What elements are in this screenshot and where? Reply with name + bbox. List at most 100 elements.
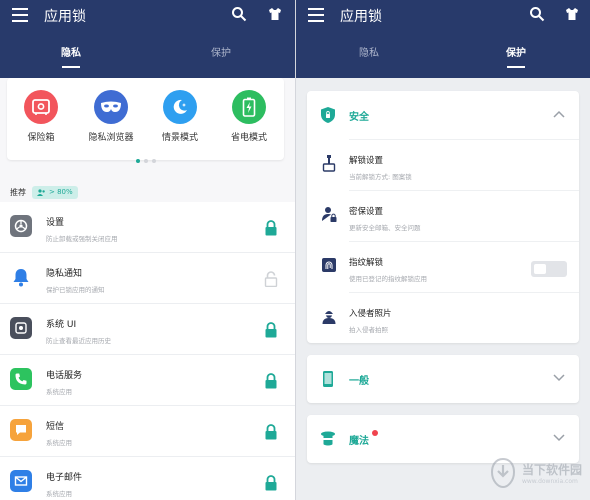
safe-icon — [32, 99, 50, 115]
system-ui-icon — [15, 322, 27, 334]
tab-privacy[interactable]: 隐私 — [339, 44, 399, 59]
setting-name: 入侵者照片 — [349, 309, 392, 319]
theme-shirt-icon[interactable] — [268, 7, 282, 21]
tab-privacy[interactable]: 隐私 — [41, 44, 101, 68]
app-desc: 系统应用 — [46, 439, 72, 447]
lock-icon[interactable] — [264, 220, 278, 236]
security-header[interactable]: 安全 — [307, 91, 579, 139]
setting-desc: 拍入侵者拍照 — [349, 326, 388, 334]
general-card: 一般 — [307, 355, 579, 403]
magic-card: 魔法 — [307, 415, 579, 463]
bell-icon — [13, 269, 29, 287]
watermark: 当下软件园 www.downxia.com — [490, 458, 582, 488]
users-icon — [37, 188, 45, 196]
list-item[interactable]: 电子邮件 系统应用 — [0, 457, 295, 500]
app-desc: 防止查看最近应用历史 — [46, 337, 111, 345]
app-title: 应用锁 — [340, 9, 382, 25]
chevron-down-icon[interactable] — [553, 434, 565, 442]
quick-action-label: 情景模式 — [161, 133, 198, 143]
magic-title: 魔法 — [349, 436, 369, 447]
general-title: 一般 — [349, 376, 369, 387]
list-item[interactable]: 电话服务 系统应用 — [0, 355, 295, 406]
app-bar: 应用锁 隐私 保护 — [0, 0, 295, 78]
search-icon[interactable] — [231, 6, 247, 22]
quick-action-power-saving[interactable]: 省电模式 — [218, 90, 280, 143]
app-name: 电子邮件 — [46, 473, 83, 483]
intruder-photo-item[interactable]: 入侵者照片 拍入侵者拍照 — [322, 292, 579, 343]
fingerprint-unlock-item[interactable]: 指纹解锁 使用已登记的指纹解锁应用 — [322, 241, 579, 292]
fingerprint-toggle[interactable] — [531, 261, 567, 277]
password-protect-icon — [322, 207, 337, 222]
search-icon[interactable] — [529, 6, 545, 22]
app-name: 隐私通知 — [46, 269, 83, 279]
lock-icon[interactable] — [264, 475, 278, 491]
list-item[interactable]: 短信 系统应用 — [0, 406, 295, 457]
intruder-icon — [322, 311, 336, 324]
quick-action-private-browser[interactable]: 隐私浏览器 — [80, 90, 142, 143]
fingerprint-icon — [322, 258, 336, 272]
lock-icon[interactable] — [264, 322, 278, 338]
app-bar: 应用锁 隐私 保护 — [296, 0, 590, 78]
quick-action-label: 隐私浏览器 — [88, 133, 134, 143]
recommend-badge: > 80% — [32, 185, 78, 199]
security-title: 安全 — [349, 112, 369, 123]
unlock-settings-item[interactable]: 解锁设置 当前解锁方式: 图案锁 — [322, 139, 579, 190]
list-item[interactable]: 系统 UI 防止查看最近应用历史 — [0, 304, 295, 355]
app-title: 应用锁 — [44, 9, 86, 25]
battery-icon — [242, 97, 256, 117]
app-name: 电话服务 — [46, 371, 83, 381]
magic-header[interactable]: 魔法 — [307, 415, 579, 463]
quick-actions-card: 保险箱 隐私浏览器 情景模式 省电模式 — [7, 78, 284, 163]
app-desc: 系统应用 — [46, 388, 72, 396]
app-name: 短信 — [46, 422, 65, 432]
chevron-up-icon[interactable] — [553, 110, 565, 118]
setting-name: 指纹解锁 — [349, 258, 384, 268]
watermark-logo-icon — [490, 458, 515, 488]
protection-screen: 应用锁 隐私 保护 安全 解锁设置 当前解锁方式: 图案锁 密保设置 更新安全邮… — [295, 0, 590, 500]
unlock-icon[interactable] — [264, 271, 278, 287]
app-name: 设置 — [46, 218, 65, 228]
settings-icon — [14, 219, 28, 233]
watermark-url: www.downxia.com — [521, 478, 578, 485]
unlock-settings-icon — [322, 155, 336, 172]
recommend-header: 推荐 > 80% — [10, 184, 78, 200]
quick-action-label: 保险箱 — [27, 133, 55, 143]
app-desc: 防止卸载或强制关闭应用 — [46, 235, 118, 243]
list-item[interactable]: 隐私通知 保护已锁应用的通知 — [0, 253, 295, 304]
quick-action-safe[interactable]: 保险箱 — [10, 90, 72, 143]
theme-shirt-icon[interactable] — [565, 7, 579, 21]
quick-action-scene-mode[interactable]: 情景模式 — [149, 90, 211, 143]
menu-icon[interactable] — [12, 8, 28, 22]
setting-desc: 使用已登记的指纹解锁应用 — [349, 275, 427, 283]
moon-icon — [173, 99, 187, 114]
phone-device-icon — [323, 371, 333, 387]
chevron-down-icon[interactable] — [553, 374, 565, 382]
setting-desc: 更新安全邮箱、安全问题 — [349, 224, 421, 232]
password-protect-item[interactable]: 密保设置 更新安全邮箱、安全问题 — [322, 190, 579, 241]
recommend-title: 推荐 — [10, 187, 26, 197]
shield-icon — [321, 107, 335, 123]
app-name: 系统 UI — [46, 320, 77, 330]
general-header[interactable]: 一般 — [307, 355, 579, 403]
security-card: 安全 解锁设置 当前解锁方式: 图案锁 密保设置 更新安全邮箱、安全问题 指纹解… — [307, 91, 579, 343]
watermark-title: 当下软件园 — [521, 463, 582, 477]
setting-name: 密保设置 — [349, 207, 384, 217]
menu-icon[interactable] — [308, 8, 324, 22]
app-desc: 系统应用 — [46, 490, 72, 498]
page-indicator — [7, 148, 284, 167]
setting-desc: 当前解锁方式: 图案锁 — [349, 173, 412, 181]
mask-icon — [101, 101, 121, 112]
setting-name: 解锁设置 — [349, 156, 384, 166]
lock-icon[interactable] — [264, 424, 278, 440]
tab-protection[interactable]: 保护 — [191, 44, 251, 59]
tab-protection[interactable]: 保护 — [486, 44, 546, 68]
mail-icon — [14, 476, 28, 486]
lock-icon[interactable] — [264, 373, 278, 389]
quick-action-label: 省电模式 — [230, 133, 267, 143]
list-item[interactable]: 设置 防止卸载或强制关闭应用 — [0, 202, 295, 253]
magic-hat-icon — [321, 431, 335, 446]
message-icon — [16, 425, 26, 435]
app-list: 设置 防止卸载或强制关闭应用 隐私通知 保护已锁应用的通知 系统 UI 防止查看… — [0, 202, 295, 500]
privacy-screen: 应用锁 隐私 保护 保险箱 隐私浏览器 情景模式 省电模式 推荐 > 80% 设… — [0, 0, 295, 500]
app-desc: 保护已锁应用的通知 — [46, 286, 105, 294]
